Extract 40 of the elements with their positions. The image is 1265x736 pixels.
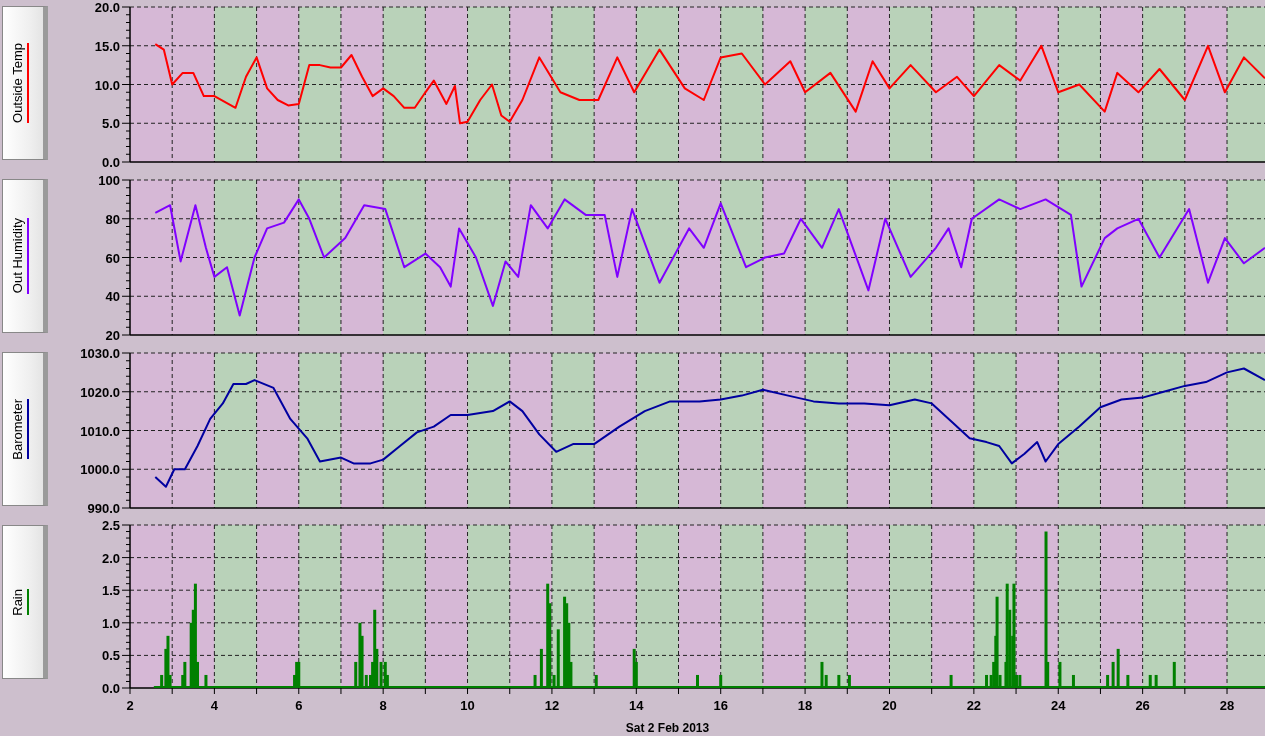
- y-tick-label: 1010.0: [80, 423, 120, 439]
- y-tick-label: 20: [105, 328, 120, 343]
- x-tick-label: 16: [713, 698, 728, 713]
- x-tick-label: 22: [966, 698, 982, 713]
- x-tick-label: 18: [797, 698, 813, 713]
- y-tick-label: 5.0: [101, 116, 120, 132]
- x-tick-label: 2: [126, 698, 134, 713]
- y-tick-label: 40: [105, 289, 120, 305]
- y-tick-label: 0.5: [101, 648, 120, 664]
- legend-button[interactable]: Out Humidity: [2, 179, 48, 333]
- y-tick-label: 1020.0: [80, 384, 120, 400]
- legend-button[interactable]: Outside Temp: [2, 6, 48, 160]
- x-tick-label: 28: [1219, 698, 1235, 713]
- x-tick-label: 24: [1051, 698, 1066, 713]
- y-tick-label: 1000.0: [80, 462, 120, 478]
- y-tick-label: 2.0: [101, 550, 120, 566]
- y-tick-label: 1030.0: [80, 346, 120, 361]
- y-tick-label: 80: [105, 211, 120, 227]
- x-tick-label: 4: [210, 698, 218, 713]
- x-tick-label: 12: [544, 698, 560, 713]
- y-tick-label: 0.0: [101, 155, 120, 170]
- y-tick-label: 100: [98, 173, 120, 188]
- x-tick-label: 8: [379, 698, 387, 713]
- y-tick-label: 60: [105, 250, 120, 266]
- x-tick-label: 14: [629, 698, 644, 713]
- x-axis-title: Sat 2 Feb 2013: [625, 721, 710, 735]
- y-tick-label: 10.0: [94, 77, 120, 93]
- legend-button[interactable]: Rain: [2, 525, 48, 679]
- x-tick-label: 6: [295, 698, 303, 713]
- x-tick-label: 10: [460, 698, 475, 713]
- legend-button[interactable]: Barometer: [2, 352, 48, 506]
- y-tick-label: 1.0: [101, 615, 120, 631]
- y-tick-label: 990.0: [87, 501, 120, 516]
- y-tick-label: 20.0: [94, 0, 120, 15]
- y-tick-label: 15.0: [94, 38, 120, 54]
- y-tick-label: 2.5: [101, 519, 120, 533]
- y-tick-label: 1.5: [101, 583, 120, 599]
- x-tick-label: 20: [882, 698, 897, 713]
- y-tick-label: 0.0: [101, 681, 120, 696]
- x-tick-label: 26: [1135, 698, 1150, 713]
